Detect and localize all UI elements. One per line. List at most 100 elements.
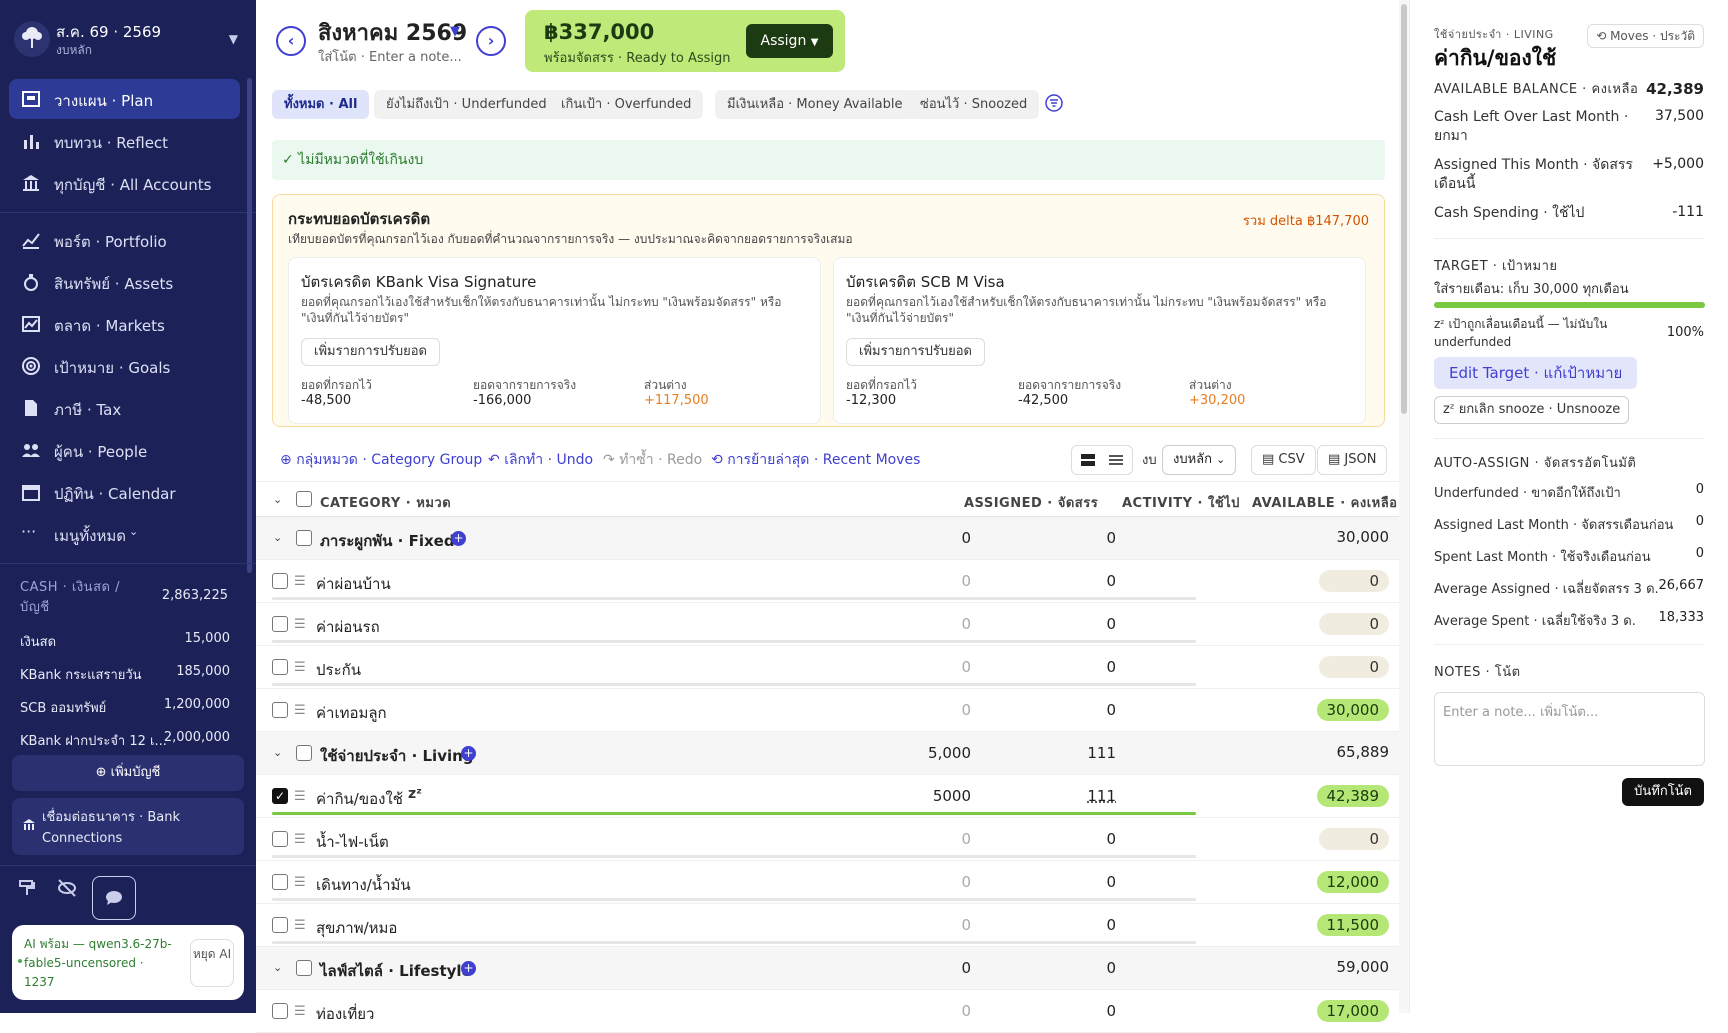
month-note-input[interactable]: ใส่โน้ต · Enter a note... [318, 46, 462, 67]
main-scrollbar[interactable] [1399, 0, 1409, 1013]
category-row[interactable]: ☰ น้ำ-ไฟ-เน็ต 0 0 0 [256, 818, 1401, 861]
nav-people[interactable]: ผู้คน · People [9, 430, 240, 470]
available-pill[interactable]: 11,500 [1316, 914, 1389, 936]
nav-portfolio[interactable]: พอร์ต · Portfolio [9, 220, 240, 260]
account-row[interactable]: SCB ออมทรัพย์ 1,200,000 [20, 697, 230, 718]
assigned-input[interactable]: 0 [961, 916, 971, 934]
stop-ai-button[interactable]: หยุด AI [190, 939, 234, 987]
chevron-down-icon[interactable]: ⌄ [273, 961, 282, 974]
col-category[interactable]: CATEGORY · หมวด [320, 492, 451, 513]
row-checkbox-checked[interactable]: ✓ [272, 788, 288, 804]
sidebar-scrollbar[interactable] [247, 78, 252, 573]
auto-spent-last-month-button[interactable]: Spent Last Month · ใช้จริงเดือนก่อน [1434, 546, 1651, 567]
activity-value[interactable]: 0 [1106, 830, 1116, 848]
col-available[interactable]: AVAILABLE · คงเหลือ [1252, 492, 1398, 513]
chevron-down-icon[interactable]: ⌄ [273, 746, 282, 759]
add-category-icon[interactable]: + [451, 531, 466, 546]
nav-plan[interactable]: วางแผน · Plan [9, 79, 240, 119]
row-checkbox[interactable] [272, 659, 288, 675]
export-csv-button[interactable]: ▤ CSV [1251, 445, 1316, 475]
add-category-icon[interactable]: + [461, 961, 476, 976]
export-json-button[interactable]: ▤ JSON [1317, 445, 1388, 475]
available-pill[interactable]: 30,000 [1316, 699, 1389, 721]
drag-handle-icon[interactable]: ☰ [294, 1004, 306, 1019]
redo-button[interactable]: ↷ ทำซ้ำ · Redo [603, 449, 702, 471]
drag-handle-icon[interactable]: ☰ [294, 875, 306, 890]
assigned-input[interactable]: 0 [961, 615, 971, 633]
prev-month-button[interactable]: ‹ [276, 26, 306, 56]
drag-handle-icon[interactable]: ☰ [294, 703, 306, 718]
row-checkbox[interactable] [296, 960, 312, 976]
activity-value[interactable]: 0 [1106, 873, 1116, 891]
add-category-group-button[interactable]: ⊕ กลุ่มหมวด · Category Group [280, 449, 482, 471]
nav-assets[interactable]: สินทรัพย์ · Assets [9, 262, 240, 302]
row-checkbox[interactable] [272, 616, 288, 632]
category-row[interactable]: ☰ ค่าผ่อนรถ 0 0 0 [256, 603, 1401, 646]
drag-handle-icon[interactable]: ☰ [294, 574, 306, 589]
assigned-input[interactable]: 0 [961, 572, 971, 590]
activity-value[interactable]: 0 [1106, 572, 1116, 590]
filter-settings-icon[interactable] [1045, 94, 1063, 112]
row-checkbox[interactable] [272, 702, 288, 718]
row-checkbox[interactable] [272, 917, 288, 933]
activity-value[interactable]: 0 [1106, 701, 1116, 719]
chat-button[interactable] [92, 876, 136, 920]
add-adjustment-button[interactable]: เพิ่มรายการปรับยอด [846, 338, 985, 366]
add-adjustment-button[interactable]: เพิ่มรายการปรับยอด [301, 338, 440, 366]
budget-select[interactable]: งบหลัก ⌄ [1162, 445, 1237, 475]
scroll-thumb[interactable] [1401, 4, 1407, 414]
collapse-all-icon[interactable]: ⌄ [273, 493, 282, 506]
month-title[interactable]: สิงหาคม 2569 [318, 15, 467, 50]
undo-button[interactable]: ↶ เลิกทำ · Undo [488, 449, 593, 471]
assigned-input[interactable]: 0 [961, 873, 971, 891]
drag-handle-icon[interactable]: ☰ [294, 660, 306, 675]
filter-money-available[interactable]: มีเงินเหลือ · Money Available [715, 90, 915, 119]
available-pill[interactable]: 0 [1319, 656, 1389, 678]
row-checkbox[interactable] [296, 530, 312, 546]
available-pill[interactable]: 0 [1319, 828, 1389, 850]
filter-underfunded[interactable]: ยังไม่ถึงเป้า · Underfunded [374, 90, 559, 119]
row-checkbox[interactable] [272, 573, 288, 589]
nav-tax[interactable]: ภาษี · Tax [9, 388, 240, 428]
account-row[interactable]: เงินสด 15,000 [20, 631, 230, 652]
notes-textarea[interactable]: Enter a note... เพิ่มโน้ต... [1434, 692, 1705, 766]
account-row[interactable]: KBank ฝากประจำ 12 เ... 2,000,000 [20, 730, 230, 751]
list-view-icon[interactable] [1109, 454, 1123, 467]
save-note-button[interactable]: บันทึกโน้ต [1622, 778, 1704, 806]
category-row[interactable]: ☰ เดินทาง/น้ำมัน 0 0 12,000 [256, 861, 1401, 904]
drag-handle-icon[interactable]: ☰ [294, 832, 306, 847]
assigned-input[interactable]: 0 [961, 830, 971, 848]
assigned-input[interactable]: 0 [961, 658, 971, 676]
auto-average-spent-button[interactable]: Average Spent · เฉลี่ยใช้จริง 3 ด. [1434, 610, 1636, 631]
filter-snoozed[interactable]: ซ่อนไว้ · Snoozed [908, 90, 1040, 119]
account-row[interactable]: KBank กระแสรายวัน 185,000 [20, 664, 230, 685]
category-row[interactable]: ☰ ค่าผ่อนบ้าน 0 0 0 [256, 560, 1401, 603]
category-row-selected[interactable]: ✓ ☰ ค่ากิน/ของใช้ zᶻ 5000 111 42,389 [256, 775, 1401, 818]
assigned-input[interactable]: 5000 [933, 787, 971, 805]
nav-reflect[interactable]: ทบทวน · Reflect [9, 121, 240, 161]
assigned-input[interactable]: 0 [961, 701, 971, 719]
activity-value[interactable]: 0 [1106, 658, 1116, 676]
compact-view-icon[interactable] [1081, 454, 1095, 467]
nav-markets[interactable]: ตลาด · Markets [9, 304, 240, 344]
available-pill[interactable]: 0 [1319, 570, 1389, 592]
next-month-button[interactable]: › [476, 26, 506, 56]
nav-all-accounts[interactable]: ทุกบัญชี · All Accounts [9, 163, 240, 203]
nav-goals[interactable]: เป้าหมาย · Goals [9, 346, 240, 386]
filter-all[interactable]: ทั้งหมด · All [272, 90, 370, 119]
assigned-input[interactable]: 0 [961, 1002, 971, 1020]
assign-button[interactable]: Assign ▼ [746, 24, 833, 58]
select-all-checkbox[interactable] [296, 491, 312, 507]
view-toggle[interactable] [1071, 445, 1133, 475]
row-checkbox[interactable] [272, 1003, 288, 1019]
paint-roller-icon[interactable] [17, 878, 43, 904]
recent-moves-button[interactable]: ⟲ การย้ายล่าสุด · Recent Moves [711, 449, 920, 471]
activity-value[interactable]: 111 [1087, 787, 1116, 805]
drag-handle-icon[interactable]: ☰ [294, 617, 306, 632]
available-pill[interactable]: 12,000 [1316, 871, 1389, 893]
category-row[interactable]: ☰ ประกัน 0 0 0 [256, 646, 1401, 689]
eye-off-icon[interactable] [56, 878, 82, 904]
col-assigned[interactable]: ASSIGNED · จัดสรร [964, 492, 1098, 513]
col-activity[interactable]: ACTIVITY · ใช้ไป [1122, 492, 1240, 513]
category-group-row[interactable]: ⌄ ไลฟ์สไตล์ · Lifestyle + 0 0 59,000 [256, 947, 1401, 990]
